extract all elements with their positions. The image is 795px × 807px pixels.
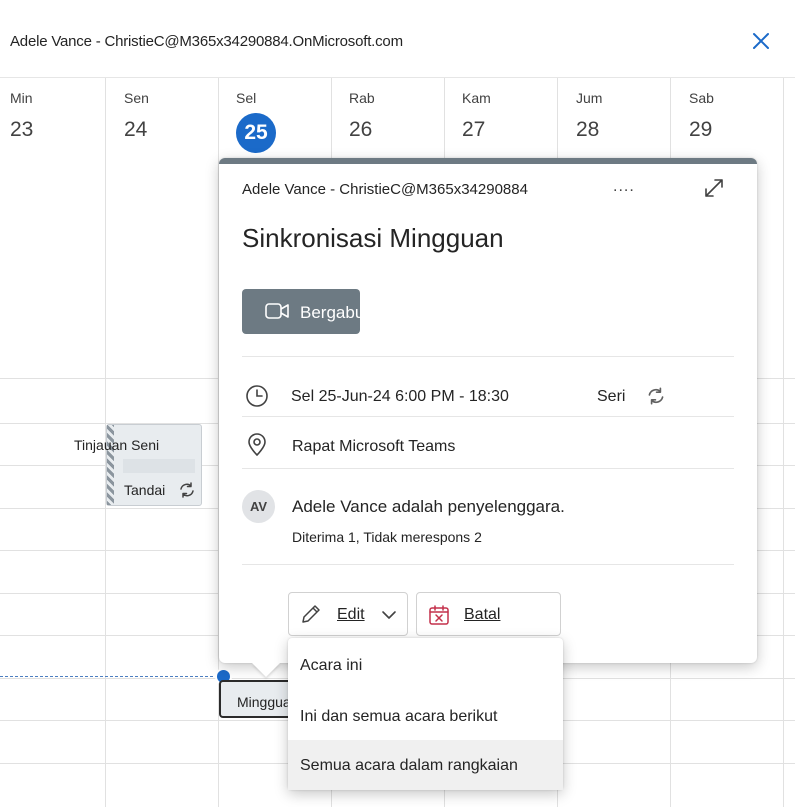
grid-column-line bbox=[783, 78, 784, 807]
event-title: Tinjauan Seni bbox=[74, 437, 160, 453]
calendar-event-art-review[interactable]: Tinjauan Seni Tandai bbox=[74, 424, 202, 506]
today-date-badge[interactable]: 25 bbox=[236, 113, 276, 153]
video-camera-icon bbox=[265, 303, 289, 319]
edit-button[interactable]: Edit bbox=[288, 592, 408, 636]
divider bbox=[242, 356, 734, 357]
calendar-cancel-icon bbox=[429, 605, 449, 625]
clock-icon bbox=[246, 385, 268, 407]
event-tag: Tandai bbox=[124, 482, 166, 498]
divider bbox=[242, 468, 734, 469]
cancel-event-button[interactable]: Batal bbox=[416, 592, 561, 636]
recurring-icon bbox=[648, 387, 664, 405]
menu-item-all-in-series[interactable]: Semua acara dalam rangkaian bbox=[288, 740, 563, 790]
day-number: 23 bbox=[10, 118, 34, 141]
day-header-wednesday[interactable]: Rab 26 bbox=[349, 90, 375, 142]
edit-label: Edit bbox=[337, 606, 365, 623]
event-datetime: Sel 25-Jun-24 6:00 PM - 18:30 bbox=[291, 388, 509, 405]
event-text-placeholder bbox=[123, 459, 195, 473]
divider bbox=[242, 564, 734, 565]
menu-item-label: Semua acara dalam rangkaian bbox=[300, 757, 518, 774]
day-name: Kam bbox=[462, 90, 491, 106]
day-header-sunday[interactable]: Min 23 bbox=[10, 90, 33, 142]
location-pin-icon bbox=[248, 433, 266, 456]
day-name: Min bbox=[10, 90, 33, 106]
window-title: Adele Vance - ChristieC@M365x34290884.On… bbox=[10, 33, 403, 50]
day-number: 26 bbox=[349, 118, 373, 141]
day-number: 27 bbox=[462, 118, 486, 141]
day-number: 24 bbox=[124, 118, 148, 141]
expand-icon[interactable] bbox=[702, 176, 726, 200]
menu-item-this-event[interactable]: Acara ini bbox=[288, 640, 563, 690]
day-number: 28 bbox=[576, 118, 600, 141]
join-meeting-button[interactable]: Bergabung bbox=[242, 289, 360, 334]
event-details-popup: Adele Vance - ChristieC@M365x34290884 ..… bbox=[219, 158, 757, 663]
day-number: 29 bbox=[689, 118, 713, 141]
window-header: Adele Vance - ChristieC@M365x34290884.On… bbox=[0, 0, 795, 78]
pencil-icon bbox=[302, 605, 320, 623]
menu-item-label: Acara ini bbox=[300, 657, 363, 674]
organizer-text: Adele Vance adalah penyelenggara. bbox=[292, 497, 565, 516]
day-name: Sab bbox=[689, 90, 714, 106]
day-name: Sel bbox=[236, 90, 257, 106]
day-header-thursday[interactable]: Kam 27 bbox=[462, 90, 491, 142]
organizer-avatar[interactable]: AV bbox=[242, 490, 275, 523]
day-name: Sen bbox=[124, 90, 149, 106]
day-name: Rab bbox=[349, 90, 375, 106]
series-label: Seri bbox=[597, 388, 626, 405]
event-location: Rapat Microsoft Teams bbox=[292, 438, 456, 455]
attendee-responses[interactable]: Diterima 1, Tidak merespons 2 bbox=[292, 529, 482, 545]
chevron-down-icon bbox=[382, 611, 396, 619]
menu-item-label: Ini dan semua acara berikut bbox=[300, 708, 498, 725]
join-label: Bergabung bbox=[300, 303, 360, 322]
cancel-label: Batal bbox=[464, 606, 501, 623]
menu-item-this-and-following[interactable]: Ini dan semua acara berikut bbox=[288, 691, 563, 741]
day-header-friday[interactable]: Jum 28 bbox=[576, 90, 602, 142]
divider bbox=[242, 416, 734, 417]
more-options-button[interactable]: .... bbox=[613, 178, 635, 196]
event-title: Sinkronisasi Mingguan bbox=[242, 223, 504, 253]
day-header-saturday[interactable]: Sab 29 bbox=[689, 90, 714, 142]
calendar-owner: Adele Vance - ChristieC@M365x34290884 bbox=[242, 181, 528, 198]
recurring-icon bbox=[180, 482, 194, 498]
day-header-monday[interactable]: Sen 24 bbox=[124, 90, 149, 142]
day-name: Jum bbox=[576, 90, 603, 106]
event-color-band bbox=[219, 158, 757, 164]
calendar-event-weekly-selected[interactable]: Mingguan bbox=[219, 680, 299, 718]
edit-options-menu: Acara ini Ini dan semua acara berikut Se… bbox=[288, 638, 563, 790]
popup-pointer bbox=[252, 663, 280, 677]
day-header-tuesday[interactable]: Sel bbox=[236, 90, 256, 106]
current-time-line bbox=[0, 676, 228, 677]
close-icon[interactable] bbox=[750, 30, 772, 52]
